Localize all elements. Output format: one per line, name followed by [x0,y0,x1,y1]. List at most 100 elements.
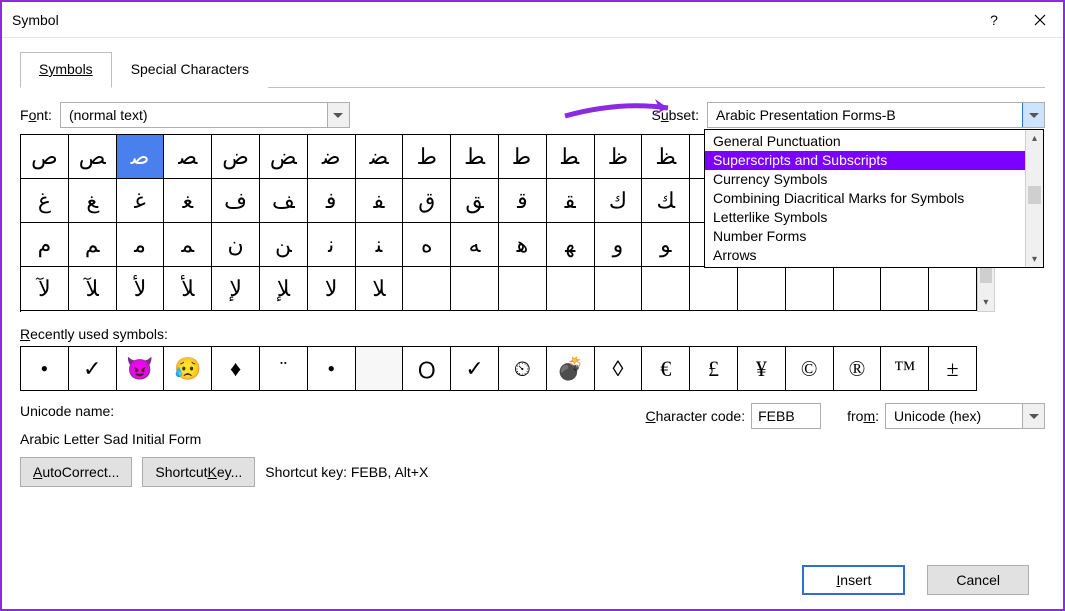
char-cell[interactable] [595,267,643,311]
char-cell[interactable]: ﺽ [212,135,260,179]
recent-cell[interactable]: ◊ [595,347,643,391]
char-cell[interactable]: ﺿ [308,135,356,179]
char-cell[interactable]: ﻢ [69,223,117,267]
char-cell[interactable]: ﻒ [260,179,308,223]
recent-cell[interactable]: Ｏ [403,347,451,391]
shortcut-key-button[interactable]: Shortcut Key... [142,457,255,487]
char-cell[interactable]: ﺺ [69,135,117,179]
char-cell[interactable]: ﻮ [642,223,690,267]
char-cell[interactable]: ﻼ [356,267,404,311]
recent-cell[interactable]: 😥 [164,347,212,391]
char-cell[interactable] [403,267,451,311]
char-cell[interactable]: ﻬ [547,223,595,267]
recent-cell[interactable]: € [642,347,690,391]
char-cell[interactable]: ﻣ [117,223,165,267]
recent-cell[interactable]: 💣 [547,347,595,391]
recent-cell[interactable]: ± [929,347,977,391]
char-cell[interactable]: ﺻ [117,135,165,179]
char-cell[interactable]: ﻸ [164,267,212,311]
char-cell[interactable]: ﺹ [21,135,69,179]
subset-option[interactable]: Number Forms [705,227,1025,246]
char-cell[interactable]: ﻃ [499,135,547,179]
help-button[interactable]: ? [971,2,1017,38]
char-cell[interactable]: ﻕ [403,179,451,223]
char-cell[interactable]: ﻦ [260,223,308,267]
from-combo[interactable]: Unicode (hex) [885,403,1045,429]
char-cell[interactable] [786,267,834,311]
char-cell[interactable]: ﻩ [403,223,451,267]
recent-cell[interactable]: © [786,347,834,391]
char-cell[interactable] [834,267,882,311]
tab-special-characters[interactable]: Special Characters [112,52,268,88]
char-cell[interactable]: ﻐ [164,179,212,223]
char-cell[interactable] [690,267,738,311]
recent-cell[interactable]: £ [690,347,738,391]
char-cell[interactable]: ﻗ [499,179,547,223]
char-cell[interactable]: ﻥ [212,223,260,267]
char-cell[interactable] [881,267,929,311]
recent-cell[interactable]: ♦ [212,347,260,391]
recent-cell[interactable]: ¨ [260,347,308,391]
char-cell[interactable]: ﻻ [308,267,356,311]
char-cell[interactable]: ﻭ [595,223,643,267]
recent-cell[interactable] [356,347,404,391]
char-cell[interactable] [642,267,690,311]
char-cell[interactable] [547,267,595,311]
recent-cell[interactable]: 😈 [117,347,165,391]
character-code-input[interactable]: FEBB [751,403,821,429]
char-cell[interactable]: ﻫ [499,223,547,267]
char-cell[interactable]: ﻔ [356,179,404,223]
cancel-button[interactable]: Cancel [927,565,1029,595]
recent-cell[interactable]: ✓ [451,347,499,391]
scrollbar[interactable]: ▴▾ [1025,130,1043,267]
subset-option[interactable]: Letterlike Symbols [705,208,1025,227]
subset-combo[interactable]: Arabic Presentation Forms-B General Punc… [707,102,1045,128]
subset-option[interactable]: General Punctuation [705,132,1025,151]
subset-option[interactable]: Combining Diacritical Marks for Symbols [705,189,1025,208]
font-combo[interactable]: (normal text) [60,102,350,128]
char-cell[interactable]: ﻖ [451,179,499,223]
recent-cell[interactable]: • [21,347,69,391]
char-cell[interactable]: ﺼ [164,135,212,179]
char-cell[interactable]: ﻅ [595,135,643,179]
char-cell[interactable]: ﻑ [212,179,260,223]
recent-cell[interactable]: ✓ [69,347,117,391]
insert-button[interactable]: Insert [802,565,905,595]
char-cell[interactable]: ﻹ [212,267,260,311]
char-cell[interactable]: ﻎ [69,179,117,223]
subset-option[interactable]: Arrows [705,246,1025,265]
char-cell[interactable]: ﺾ [260,135,308,179]
char-cell[interactable]: ﻀ [356,135,404,179]
char-cell[interactable] [738,267,786,311]
char-cell[interactable]: ﻵ [21,267,69,311]
char-cell[interactable]: ﻚ [642,179,690,223]
recent-cell[interactable]: ¥ [738,347,786,391]
subset-option[interactable]: Currency Symbols [705,170,1025,189]
char-cell[interactable] [451,267,499,311]
autocorrect-button[interactable]: AutoCorrect... [20,457,132,487]
char-cell[interactable]: ﻘ [547,179,595,223]
char-cell[interactable]: ﻏ [117,179,165,223]
char-cell[interactable]: ﻷ [117,267,165,311]
char-cell[interactable]: ﻓ [308,179,356,223]
close-button[interactable] [1017,2,1063,38]
char-cell[interactable] [499,267,547,311]
char-cell[interactable]: ﻂ [451,135,499,179]
char-cell[interactable]: ﻡ [21,223,69,267]
char-cell[interactable]: ﻪ [451,223,499,267]
char-cell[interactable]: ﻨ [356,223,404,267]
char-cell[interactable]: ﻤ [164,223,212,267]
char-cell[interactable]: ﻍ [21,179,69,223]
recent-cell[interactable]: ⏲ [499,347,547,391]
recent-cell[interactable]: ® [834,347,882,391]
recent-cell[interactable]: • [308,347,356,391]
char-cell[interactable] [929,267,977,311]
tab-symbols[interactable]: Symbols [20,52,112,88]
char-cell[interactable]: ﻁ [403,135,451,179]
char-cell[interactable]: ﻙ [595,179,643,223]
recent-cell[interactable]: ™ [881,347,929,391]
char-cell[interactable]: ﻶ [69,267,117,311]
char-cell[interactable]: ﻄ [547,135,595,179]
char-cell[interactable]: ﻆ [642,135,690,179]
char-cell[interactable]: ﻧ [308,223,356,267]
